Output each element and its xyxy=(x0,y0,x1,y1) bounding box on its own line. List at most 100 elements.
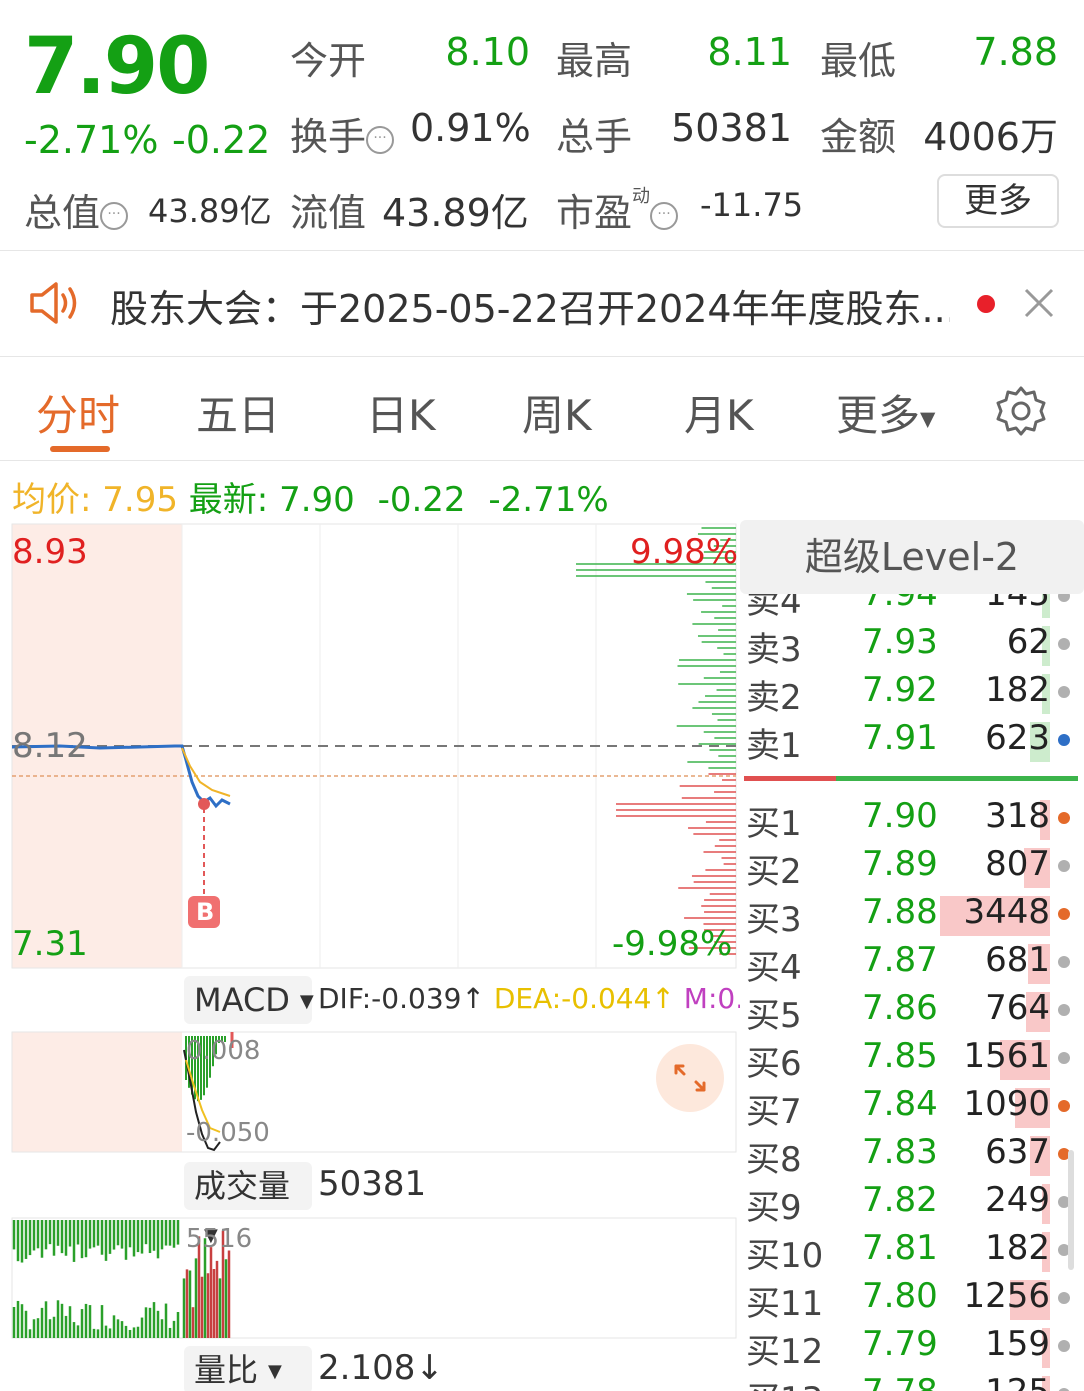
bid-row[interactable]: 买1 7.90 318 xyxy=(740,796,1084,844)
info-icon[interactable]: ··· xyxy=(650,201,679,230)
level-qty: 182 xyxy=(985,670,1050,710)
bid-row[interactable]: 买7 7.84 1090 xyxy=(740,1084,1084,1132)
order-book[interactable]: 超级Level-2 卖4 7.94 145 卖3 7.93 62 卖2 7.92 182 卖1 7.… xyxy=(740,520,1084,1391)
ask-row[interactable]: 卖2 7.92 182 xyxy=(740,670,1084,718)
more-button[interactable]: 更多 xyxy=(937,174,1059,228)
tab-daily-k[interactable]: 日K xyxy=(366,382,436,443)
open-label: 今开 xyxy=(290,39,367,83)
bid-row[interactable]: 买5 7.86 764 xyxy=(740,988,1084,1036)
tab-more-label: 更多 xyxy=(836,391,921,440)
mktcap-label[interactable]: 总值 ··· xyxy=(24,182,129,237)
ratio-selector[interactable]: 量比 ▼ xyxy=(184,1346,312,1391)
level-dot xyxy=(1058,686,1070,698)
turnover-label[interactable]: 换手 ··· xyxy=(290,106,395,161)
level-qty: 182 xyxy=(985,1228,1050,1268)
macd-axis-bottom: -0.050 xyxy=(186,1118,270,1148)
info-icon[interactable]: ··· xyxy=(366,125,395,154)
close-icon[interactable] xyxy=(1022,286,1056,324)
level-price: 7.92 xyxy=(862,670,938,710)
pe-label[interactable]: 市盈动··· xyxy=(556,182,679,237)
y-axis-prev-close: 8.12 xyxy=(12,726,88,766)
volume-selector[interactable]: 成交量▼ xyxy=(184,1162,312,1246)
level-price: 7.93 xyxy=(862,622,938,662)
y-axis-high: 8.93 xyxy=(12,532,88,572)
level-label: 买7 xyxy=(746,1092,802,1132)
high-label: 最高 xyxy=(556,39,633,83)
tab-weekly-k[interactable]: 周K xyxy=(522,382,592,443)
level-label: 卖3 xyxy=(746,630,802,670)
chevron-down-icon: ▼ xyxy=(299,991,314,1012)
level-qty: 681 xyxy=(985,940,1050,980)
level-price: 7.82 xyxy=(862,1180,938,1220)
level-qty: 807 xyxy=(985,844,1050,884)
turnover-label-text: 换手 xyxy=(290,115,367,159)
speaker-icon xyxy=(28,280,82,330)
macd-axis-top: 0.008 xyxy=(186,1036,261,1066)
bid-row[interactable]: 买2 7.89 807 xyxy=(740,844,1084,892)
low-label: 最低 xyxy=(820,39,897,83)
macd-selector[interactable]: MACD ▼ xyxy=(184,976,314,1024)
expand-icon[interactable] xyxy=(656,1044,724,1112)
volume-label: 总手 xyxy=(556,115,633,159)
volume-ratio-value: 2.108↓ xyxy=(318,1348,444,1388)
turnover-value: 0.91% xyxy=(410,106,531,150)
scrollbar[interactable] xyxy=(1068,1150,1074,1270)
avg-price-value: 7.95 xyxy=(102,480,178,520)
bid-row[interactable]: 买9 7.82 249 xyxy=(740,1180,1084,1228)
bid-row[interactable]: 买6 7.85 1561 xyxy=(740,1036,1084,1084)
buy-marker-label: B xyxy=(196,898,215,926)
bid-row[interactable]: 买10 7.81 182 xyxy=(740,1228,1084,1276)
bid-row[interactable]: 买12 7.79 159 xyxy=(740,1324,1084,1372)
bid-row[interactable]: 买4 7.87 681 xyxy=(740,940,1084,988)
level-label: 买10 xyxy=(746,1236,824,1276)
level-price: 7.80 xyxy=(862,1276,938,1316)
ask-row[interactable]: 卖3 7.93 62 xyxy=(740,622,1084,670)
quote-header: 7.90 -2.71% -0.22 今开 8.10 最高 8.11 最低 7.8… xyxy=(0,0,1084,250)
volume-panel-frame xyxy=(11,1217,737,1339)
divider xyxy=(0,460,1084,461)
level-price: 7.90 xyxy=(862,796,938,836)
level-label: 买2 xyxy=(746,852,802,892)
level-price: 7.86 xyxy=(862,988,938,1028)
float-value: 43.89亿 xyxy=(382,191,529,235)
bid-row[interactable]: 买11 7.80 1256 xyxy=(740,1276,1084,1324)
intraday-chart[interactable]: 8.93 8.12 7.31 9.98% -9.98% B MACD ▼ DIF:… xyxy=(0,520,821,1391)
level-label: 买1 xyxy=(746,804,802,844)
level-label: 买12 xyxy=(746,1332,824,1372)
ask-row[interactable]: 卖1 7.91 623 xyxy=(740,718,1084,766)
change-percent: -2.71% xyxy=(24,118,159,162)
level-price: 7.83 xyxy=(862,1132,938,1172)
level-dot xyxy=(1058,908,1070,920)
mktcap-label-text: 总值 xyxy=(24,191,101,235)
float-label: 流值 xyxy=(290,191,367,235)
info-icon[interactable]: ··· xyxy=(100,201,129,230)
volume-axis-max: 5516 xyxy=(186,1224,253,1254)
price-summary-line: 均价: 7.95 最新: 7.90 -0.22 -2.71% xyxy=(12,472,609,521)
pe-label-text: 市盈 xyxy=(556,191,633,235)
notice-text[interactable]: 股东大会：于2025-05-22召开2024年年度股东... xyxy=(110,278,950,333)
level-qty: 1090 xyxy=(963,1084,1050,1124)
level-label: 买11 xyxy=(746,1284,824,1324)
pct-axis-high: 9.98% xyxy=(630,532,739,572)
bid-row[interactable]: 买13 7.78 125 xyxy=(740,1372,1084,1391)
tab-monthly-k[interactable]: 月K xyxy=(684,382,754,443)
level-qty: 637 xyxy=(985,1132,1050,1172)
macd-dif: DIF:-0.039↑ xyxy=(318,982,485,1015)
level-label: 买4 xyxy=(746,948,802,988)
level-label: 买8 xyxy=(746,1140,802,1180)
level-price: 7.91 xyxy=(862,718,938,758)
level-qty: 3448 xyxy=(963,892,1050,932)
level-dot xyxy=(1058,956,1070,968)
tab-five-day[interactable]: 五日 xyxy=(196,382,280,443)
tab-intraday[interactable]: 分时 xyxy=(36,382,120,443)
high-value: 8.11 xyxy=(707,30,792,74)
bid-row[interactable]: 买8 7.83 637 xyxy=(740,1132,1084,1180)
level-qty: 62 xyxy=(1006,622,1050,662)
tab-more[interactable]: 更多▼ xyxy=(836,382,935,443)
bid-row[interactable]: 买3 7.88 3448 xyxy=(740,892,1084,940)
level-dot xyxy=(1058,638,1070,650)
gear-icon[interactable] xyxy=(994,384,1048,442)
latest-change-pct: -2.71% xyxy=(488,480,609,520)
unread-dot xyxy=(977,295,995,313)
ask-bid-divider-red xyxy=(744,776,836,781)
